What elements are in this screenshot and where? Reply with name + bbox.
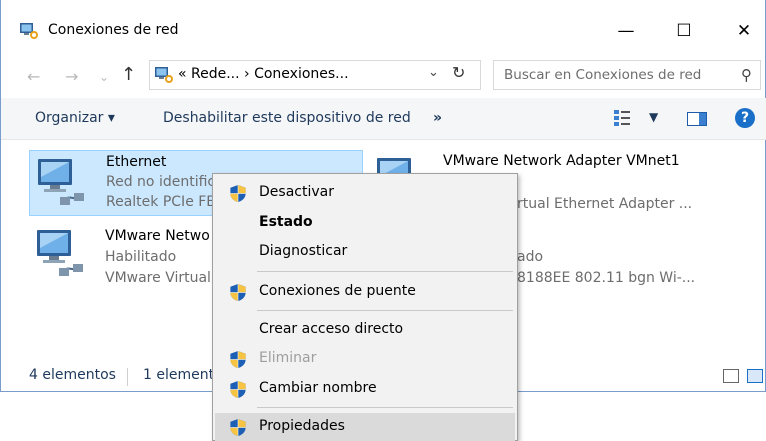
item-name: VMware Network Adapter VMnet1 xyxy=(443,153,680,169)
network-adapter-icon xyxy=(33,226,87,282)
address-bar[interactable]: « Rede... › Conexiones... ⌄ ↻ xyxy=(149,60,481,90)
menu-item-eliminar[interactable]: Eliminar xyxy=(215,345,515,373)
preview-pane-icon[interactable] xyxy=(687,112,707,126)
forward-arrow-icon[interactable]: → xyxy=(65,67,78,86)
menu-separator xyxy=(257,407,513,408)
network-adapter-icon xyxy=(34,155,88,211)
menu-item-crear-acceso-directo[interactable]: Crear acceso directo xyxy=(215,316,515,344)
item-adapter: Realtek PCIe FE xyxy=(106,194,216,210)
item-adapter: VMware Virtual xyxy=(105,270,211,286)
menu-item-desactivar[interactable]: Desactivar xyxy=(215,179,515,207)
uac-shield-icon xyxy=(229,418,247,437)
item-status: Habilitado xyxy=(105,249,177,265)
recent-locations-icon[interactable]: ⌄ xyxy=(99,70,109,84)
uac-shield-icon xyxy=(229,283,247,302)
uac-shield-icon xyxy=(229,350,247,369)
menu-item-label: Propiedades xyxy=(259,418,345,434)
item-adapter: rtual Ethernet Adapter ... xyxy=(517,196,693,212)
refresh-icon[interactable]: ↻ xyxy=(452,63,465,82)
window-title: Conexiones de red xyxy=(48,22,179,38)
item-status: ado xyxy=(517,249,544,265)
large-icons-view-icon[interactable] xyxy=(747,369,763,383)
menu-item-propiedades[interactable]: Propiedades xyxy=(215,413,515,441)
command-bar: Organizar ▾ Deshabilitar este dispositiv… xyxy=(1,98,766,140)
menu-item-label: Cambiar nombre xyxy=(259,380,377,396)
menu-item-label: Conexiones de puente xyxy=(259,283,416,299)
chevron-down-icon[interactable]: ⌄ xyxy=(428,65,439,80)
back-arrow-icon[interactable]: ← xyxy=(27,67,40,86)
menu-item-label: Estado xyxy=(259,214,313,230)
address-path[interactable]: « Rede... › Conexiones... xyxy=(178,66,349,82)
search-placeholder: Buscar en Conexiones de red xyxy=(504,67,702,83)
change-view-icon[interactable] xyxy=(613,108,631,128)
selected-count: 1 element xyxy=(143,367,215,383)
search-icon[interactable]: ⚲ xyxy=(741,66,752,84)
maximize-button[interactable]: ☐ xyxy=(661,14,707,48)
item-name: VMware Netwo xyxy=(105,228,210,244)
help-icon[interactable]: ? xyxy=(735,108,755,128)
menu-item-conexiones-de-puente[interactable]: Conexiones de puente xyxy=(215,278,515,306)
organize-button[interactable]: Organizar ▾ xyxy=(35,110,115,126)
menu-separator xyxy=(257,271,513,272)
status-divider xyxy=(127,368,128,386)
menu-item-label: Desactivar xyxy=(259,184,334,200)
menu-item-estado[interactable]: Estado xyxy=(215,209,515,237)
item-adapter: 8188EE 802.11 bgn Wi-... xyxy=(517,270,696,286)
item-status: Red no identific xyxy=(106,174,216,190)
network-connections-icon xyxy=(20,23,38,39)
up-arrow-icon[interactable]: ↑ xyxy=(121,64,136,85)
view-options-dropdown[interactable]: ▼ xyxy=(649,110,658,124)
item-count: 4 elementos xyxy=(29,367,116,383)
context-menu: Desactivar Estado Diagnosticar Conexione… xyxy=(212,173,518,441)
minimize-button[interactable]: — xyxy=(603,14,649,48)
menu-item-diagnosticar[interactable]: Diagnosticar xyxy=(215,238,515,266)
details-view-icon[interactable] xyxy=(723,369,739,383)
menu-separator xyxy=(257,310,513,311)
close-button[interactable]: ✕ xyxy=(721,14,766,48)
uac-shield-icon xyxy=(229,380,247,399)
more-commands-button[interactable]: » xyxy=(433,110,442,126)
menu-item-label: Diagnosticar xyxy=(259,243,348,259)
disable-device-button[interactable]: Deshabilitar este dispositivo de red xyxy=(163,110,411,126)
network-folder-icon xyxy=(155,67,173,83)
item-name: Ethernet xyxy=(106,154,167,170)
menu-item-cambiar-nombre[interactable]: Cambiar nombre xyxy=(215,375,515,403)
search-input[interactable]: Buscar en Conexiones de red ⚲ xyxy=(493,60,761,90)
menu-item-label: Eliminar xyxy=(259,350,317,366)
uac-shield-icon xyxy=(229,184,247,203)
menu-item-label: Crear acceso directo xyxy=(259,321,404,337)
title-bar: Conexiones de red — ☐ ✕ xyxy=(1,0,766,62)
